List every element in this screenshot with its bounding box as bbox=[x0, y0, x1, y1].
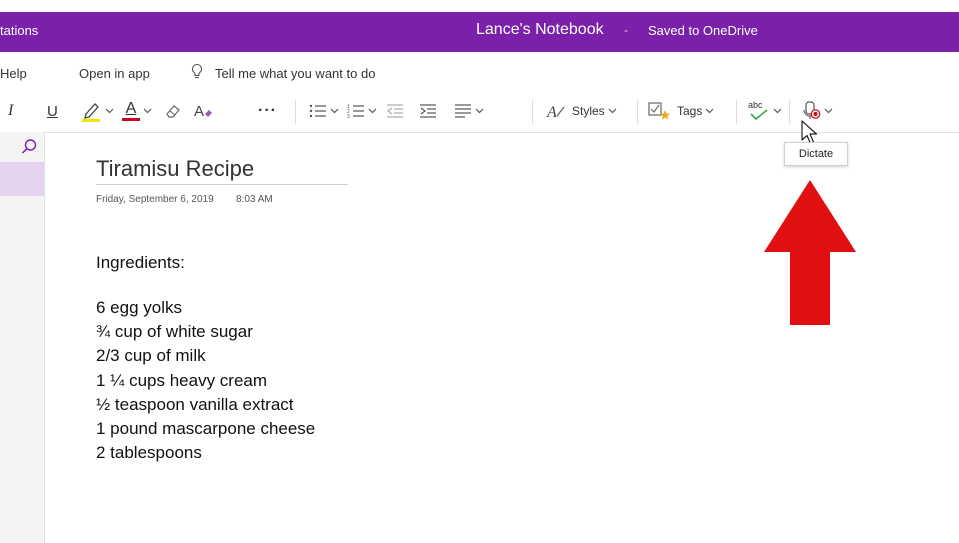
svg-text:A: A bbox=[546, 104, 557, 121]
bullet-list-icon bbox=[309, 104, 326, 118]
title-separator: - bbox=[624, 23, 628, 37]
page-date: Friday, September 6, 2019 bbox=[96, 194, 214, 205]
chevron-down-icon bbox=[608, 108, 617, 114]
italic-button[interactable]: I bbox=[8, 94, 13, 128]
chevron-down-icon bbox=[824, 108, 833, 114]
search-icon[interactable] bbox=[20, 138, 38, 156]
divider bbox=[789, 100, 790, 124]
numbered-list-icon: 1 2 3 bbox=[347, 104, 364, 119]
tag-star-icon bbox=[648, 102, 670, 120]
align-left-icon bbox=[455, 104, 471, 118]
ingredient-item[interactable]: 1 ¼ cups heavy cream bbox=[96, 369, 315, 393]
styles-button[interactable]: A Styles bbox=[546, 94, 617, 128]
styles-icon: A bbox=[546, 104, 565, 121]
title-underline bbox=[96, 184, 348, 185]
text-effects-button[interactable]: A bbox=[193, 94, 215, 128]
highlighter-icon bbox=[82, 103, 100, 122]
chevron-down-icon bbox=[330, 108, 339, 114]
ingredients-list: 6 egg yolks ¾ cup of white sugar 2/3 cup… bbox=[96, 296, 315, 465]
spelling-button[interactable]: abc bbox=[748, 94, 782, 128]
underline-button[interactable]: U bbox=[47, 94, 58, 128]
tell-me-search[interactable]: Tell me what you want to do bbox=[215, 66, 375, 81]
divider bbox=[637, 100, 638, 124]
chevron-down-icon bbox=[773, 108, 782, 114]
selected-page-item[interactable] bbox=[0, 162, 44, 196]
title-bar: tations Lance's Notebook - Saved to OneD… bbox=[0, 12, 959, 52]
ingredient-item[interactable]: 2/3 cup of milk bbox=[96, 344, 315, 368]
tags-button[interactable]: Tags bbox=[648, 94, 714, 128]
font-color-icon: A bbox=[122, 101, 140, 121]
indent-icon bbox=[420, 104, 436, 118]
page-list-sidebar bbox=[0, 132, 45, 543]
clear-formatting-button[interactable] bbox=[164, 94, 182, 128]
bullet-list-button[interactable] bbox=[309, 94, 339, 128]
svg-text:A: A bbox=[194, 103, 204, 120]
menu-bar: Help Open in app Tell me what you want t… bbox=[0, 60, 959, 88]
save-status: Saved to OneDrive bbox=[648, 23, 758, 38]
text-style-icon: A bbox=[194, 103, 212, 120]
open-in-app-button[interactable]: Open in app bbox=[79, 66, 150, 81]
red-arrow-annotation-icon bbox=[764, 180, 856, 325]
ingredient-item[interactable]: 1 pound mascarpone cheese bbox=[96, 417, 315, 441]
paragraph-alignment-button[interactable] bbox=[454, 94, 484, 128]
ingredients-heading[interactable]: Ingredients: bbox=[96, 253, 185, 273]
chevron-down-icon bbox=[105, 108, 114, 114]
eraser-icon bbox=[166, 105, 180, 118]
menu-help[interactable]: Help bbox=[0, 66, 27, 81]
ingredient-item[interactable]: ¾ cup of white sugar bbox=[96, 320, 315, 344]
more-icon: ··· bbox=[258, 102, 277, 119]
more-options-button[interactable]: ··· bbox=[258, 94, 277, 128]
underline-icon: U bbox=[47, 102, 58, 120]
chevron-down-icon bbox=[705, 108, 714, 114]
checkmark-icon bbox=[750, 109, 768, 121]
font-color-swatch bbox=[122, 118, 140, 121]
microphone-icon bbox=[803, 101, 821, 119]
ingredient-item[interactable]: 2 tablespoons bbox=[96, 441, 315, 465]
ribbon-tab-annotations[interactable]: tations bbox=[0, 23, 38, 38]
divider bbox=[736, 100, 737, 124]
increase-indent-button[interactable] bbox=[419, 94, 437, 128]
highlight-button[interactable] bbox=[80, 94, 114, 128]
spelling-icon: abc bbox=[748, 100, 770, 122]
page-time: 8:03 AM bbox=[236, 194, 273, 205]
font-color-button[interactable]: A bbox=[122, 94, 152, 128]
chevron-down-icon bbox=[368, 108, 377, 114]
notebook-name[interactable]: Lance's Notebook bbox=[476, 21, 604, 39]
page-title[interactable]: Tiramisu Recipe bbox=[96, 156, 254, 182]
divider bbox=[532, 100, 533, 124]
ingredient-item[interactable]: 6 egg yolks bbox=[96, 296, 315, 320]
font-color-letter: A bbox=[125, 100, 137, 117]
chevron-down-icon bbox=[143, 108, 152, 114]
divider bbox=[295, 100, 296, 124]
lightbulb-icon bbox=[192, 63, 202, 79]
ingredient-item[interactable]: ½ teaspoon vanilla extract bbox=[96, 393, 315, 417]
italic-icon: I bbox=[8, 102, 14, 119]
svg-text:3: 3 bbox=[347, 114, 350, 119]
styles-label: Styles bbox=[572, 104, 605, 118]
outdent-icon bbox=[387, 104, 403, 118]
chevron-down-icon bbox=[475, 108, 484, 114]
dictate-tooltip: Dictate bbox=[784, 142, 848, 166]
tags-label: Tags bbox=[677, 104, 703, 118]
numbered-list-button[interactable]: 1 2 3 bbox=[347, 94, 377, 128]
decrease-indent-button[interactable] bbox=[386, 94, 404, 128]
